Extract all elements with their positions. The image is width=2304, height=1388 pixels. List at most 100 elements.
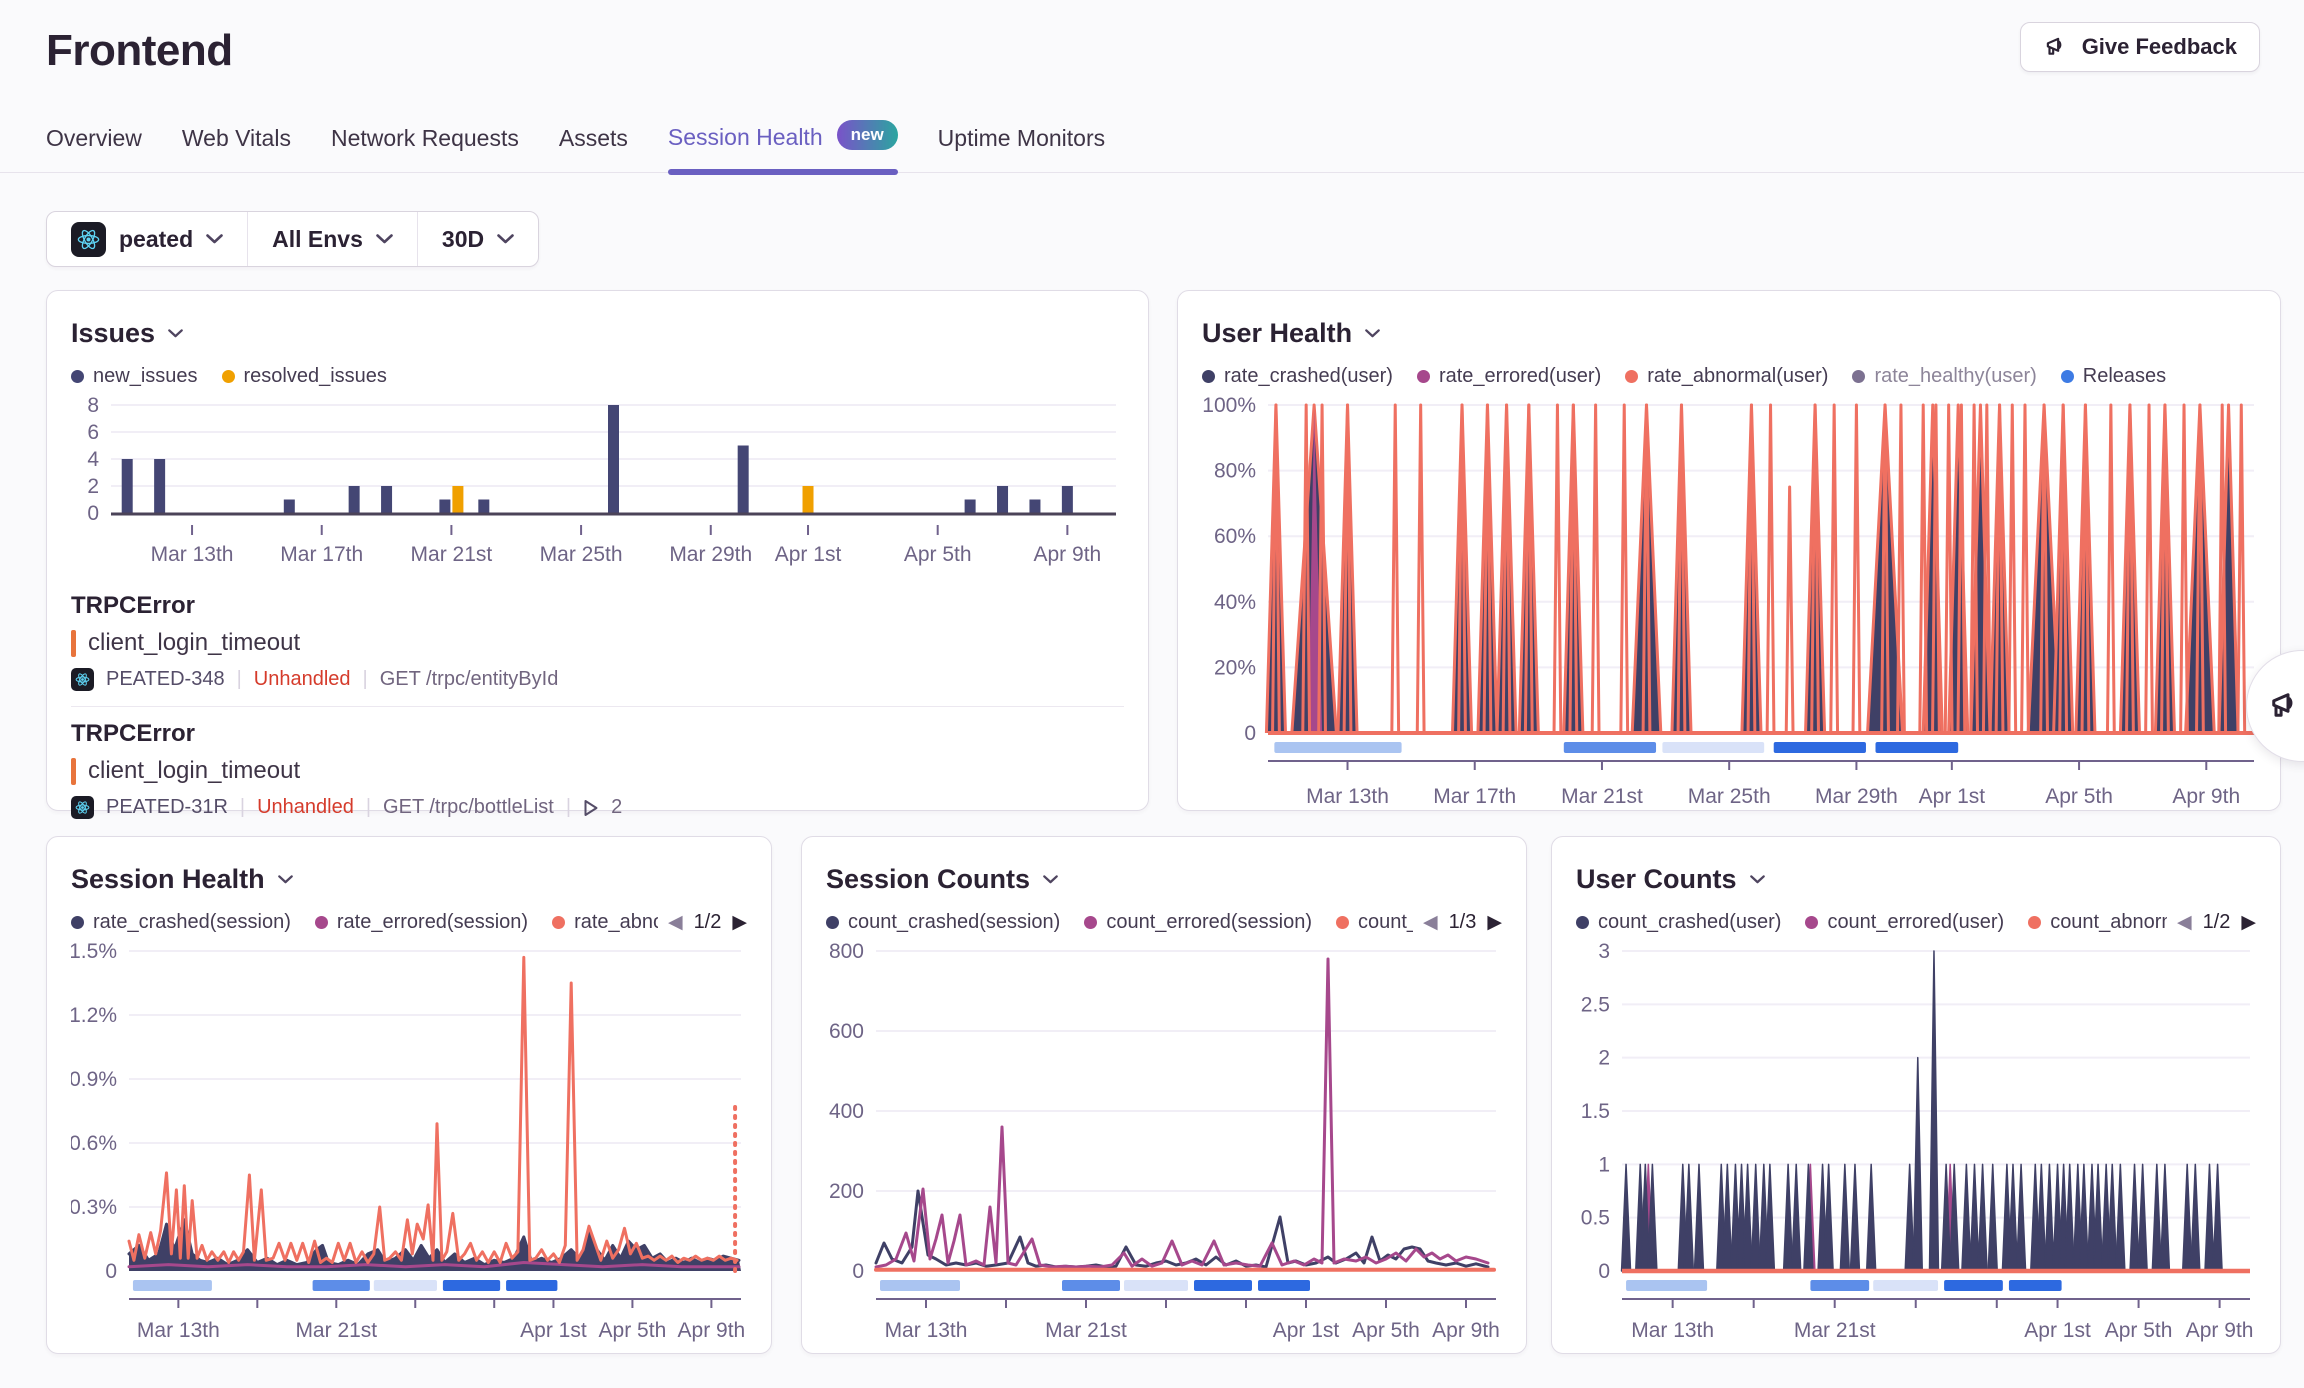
chevron-down-icon: [278, 875, 293, 884]
page-header: Frontend Give Feedback: [0, 0, 2304, 76]
legend-item[interactable]: new_issues: [71, 365, 198, 388]
tab-assets[interactable]: Assets: [559, 125, 628, 172]
session-health-panel-title[interactable]: Session Health: [71, 863, 747, 895]
meta-separator: |: [566, 796, 571, 819]
svg-text:Apr 1st: Apr 1st: [775, 543, 842, 566]
megaphone-icon: [2267, 688, 2303, 724]
date-range-filter-label: 30D: [442, 226, 484, 253]
legend-label: new_issues: [93, 365, 198, 388]
svg-text:Mar 21st: Mar 21st: [295, 1319, 377, 1342]
page-indicator: 1/2: [2203, 911, 2231, 934]
session-counts-panel-title[interactable]: Session Counts: [826, 863, 1502, 895]
issue-message-row: client_login_timeout: [71, 757, 1124, 785]
page-title: Frontend: [46, 26, 2258, 76]
svg-text:0.6%: 0.6%: [71, 1132, 117, 1155]
tab-label: Overview: [46, 125, 142, 152]
environment-filter-label: All Envs: [272, 226, 363, 253]
prev-page-arrow[interactable]: ◀: [1423, 913, 1438, 932]
next-page-arrow[interactable]: ▶: [2241, 913, 2256, 932]
legend-item[interactable]: count_a: [1336, 911, 1413, 934]
svg-text:1: 1: [1598, 1153, 1610, 1176]
tab-web-vitals[interactable]: Web Vitals: [182, 125, 291, 172]
svg-text:0: 0: [87, 502, 99, 525]
legend-dot: [71, 370, 84, 383]
date-range-filter[interactable]: 30D: [418, 212, 538, 266]
meta-separator: |: [237, 668, 242, 691]
svg-text:Mar 13th: Mar 13th: [137, 1319, 220, 1342]
tab-label: Uptime Monitors: [938, 125, 1105, 152]
legend-item[interactable]: Releases: [2061, 365, 2166, 388]
tab-label: Session Health: [668, 124, 823, 151]
issue-transaction: GET /trpc/bottleList: [383, 796, 554, 819]
user-health-chart[interactable]: 020%40%60%80%100%Mar 13thMar 17thMar 21s…: [1202, 395, 2258, 809]
legend-item[interactable]: rate_errored(user): [1417, 365, 1601, 388]
legend-item[interactable]: rate_errored(session): [315, 911, 528, 934]
svg-text:Apr 9th: Apr 9th: [678, 1319, 746, 1342]
legend-label: Releases: [2083, 365, 2166, 388]
panel-title-label: Issues: [71, 318, 155, 349]
session-counts-chart[interactable]: 0200400600800Mar 13thMar 21stApr 1stApr …: [826, 941, 1504, 1343]
legend-item[interactable]: rate_crashed(session): [71, 911, 291, 934]
legend-item[interactable]: rate_healthy(user): [1852, 365, 2036, 388]
give-feedback-button[interactable]: Give Feedback: [2020, 22, 2260, 72]
svg-text:Apr 5th: Apr 5th: [2105, 1319, 2173, 1342]
svg-text:Apr 1st: Apr 1st: [520, 1319, 587, 1342]
next-page-arrow[interactable]: ▶: [732, 913, 747, 932]
legend-label: count_abnorm: [2050, 911, 2167, 934]
issue-row[interactable]: TRPCError client_login_timeout PEATED-34…: [71, 579, 1124, 706]
prev-page-arrow[interactable]: ◀: [2177, 913, 2192, 932]
give-feedback-label: Give Feedback: [2082, 34, 2237, 60]
legend-item[interactable]: count_errored(session): [1084, 911, 1312, 934]
user-counts-legend: count_crashed(user) count_errored(user) co…: [1576, 911, 2167, 934]
tab-uptime-monitors[interactable]: Uptime Monitors: [938, 125, 1105, 172]
legend-dot: [222, 370, 235, 383]
legend-item[interactable]: rate_abnormal(user): [1625, 365, 1828, 388]
legend-dot: [826, 916, 839, 929]
svg-text:4: 4: [87, 448, 99, 471]
user-counts-panel-title[interactable]: User Counts: [1576, 863, 2256, 895]
issue-short-id: PEATED-31R: [106, 796, 228, 819]
chevron-down-icon: [497, 234, 514, 244]
session-health-chart[interactable]: 00.3%0.6%0.9%1.2%1.5%Mar 13thMar 21stApr…: [71, 941, 749, 1343]
legend-item[interactable]: count_crashed(user): [1576, 911, 1781, 934]
user-health-panel-title[interactable]: User Health: [1202, 317, 2256, 349]
environment-filter[interactable]: All Envs: [248, 212, 417, 266]
legend-label: count_errored(user): [1827, 911, 2004, 934]
svg-text:20%: 20%: [1214, 656, 1256, 679]
svg-text:40%: 40%: [1214, 591, 1256, 614]
svg-text:2: 2: [1598, 1047, 1610, 1070]
legend-item[interactable]: count_abnorm: [2028, 911, 2167, 934]
issues-panel-title[interactable]: Issues: [71, 317, 1124, 349]
tab-network-requests[interactable]: Network Requests: [331, 125, 519, 172]
legend-item[interactable]: count_crashed(session): [826, 911, 1060, 934]
tab-session-health[interactable]: Session Healthnew: [668, 122, 898, 172]
legend-dot: [1852, 370, 1865, 383]
legend-item[interactable]: rate_crashed(user): [1202, 365, 1393, 388]
legend-dot: [1805, 916, 1818, 929]
issue-transaction: GET /trpc/entityById: [380, 668, 559, 691]
legend-item[interactable]: count_errored(user): [1805, 911, 2004, 934]
tab-bar: Overview Web Vitals Network Requests Assets…: [0, 122, 2304, 173]
react-icon: [71, 796, 94, 819]
svg-text:Apr 5th: Apr 5th: [2045, 785, 2113, 808]
issue-level-bar: [71, 758, 76, 785]
legend-dot: [315, 916, 328, 929]
react-icon: [71, 668, 94, 691]
issues-chart[interactable]: 02468Mar 13thMar 17thMar 21stMar 25thMar…: [71, 395, 1126, 567]
svg-text:2.5: 2.5: [1581, 993, 1610, 1016]
user-counts-chart[interactable]: 00.511.522.53Mar 13thMar 21stApr 1stApr …: [1576, 941, 2258, 1343]
legend-row: new_issues resolved_issues: [71, 365, 1124, 387]
svg-text:2: 2: [87, 475, 99, 498]
chevron-down-icon: [168, 329, 183, 338]
svg-text:200: 200: [829, 1180, 864, 1203]
legend-item[interactable]: rate_abnorr: [552, 911, 658, 934]
chevron-down-icon: [376, 234, 393, 244]
prev-page-arrow[interactable]: ◀: [668, 913, 683, 932]
next-page-arrow[interactable]: ▶: [1487, 913, 1502, 932]
session-health-panel: Session Health rate_crashed(session) rate…: [46, 836, 772, 1354]
svg-text:0: 0: [1244, 722, 1256, 745]
tab-overview[interactable]: Overview: [46, 125, 142, 172]
issue-row[interactable]: TRPCError client_login_timeout PEATED-31…: [71, 706, 1124, 834]
project-filter[interactable]: peated: [47, 212, 247, 266]
legend-item[interactable]: resolved_issues: [222, 365, 387, 388]
